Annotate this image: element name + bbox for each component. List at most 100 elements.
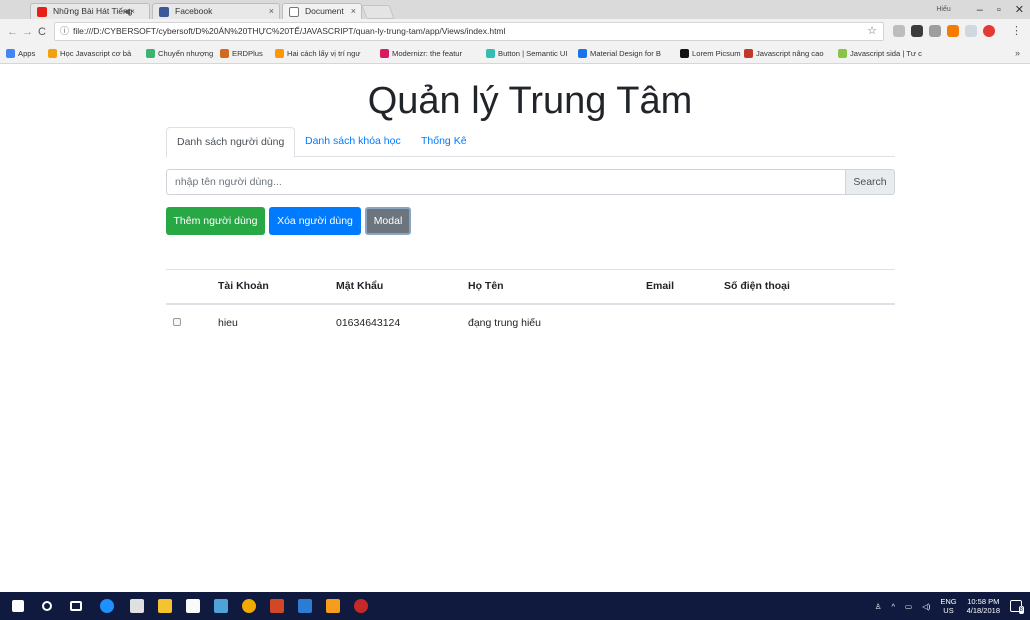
bookmark-item[interactable]: Material Design for B — [578, 49, 661, 58]
bookmark-item[interactable]: Javascript sida | Tư c — [838, 49, 922, 58]
extension-icon[interactable] — [893, 25, 905, 37]
notifications-icon[interactable]: 8 — [1010, 600, 1024, 614]
file-explorer-icon[interactable] — [158, 599, 172, 613]
chrome-icon[interactable] — [242, 599, 256, 613]
maximize-icon[interactable]: ▫ — [997, 4, 1001, 16]
store-icon[interactable] — [130, 599, 144, 613]
browser-tab-facebook[interactable]: Facebook × — [152, 3, 280, 19]
bookmark-star-icon[interactable]: ☆ — [867, 23, 877, 40]
tab-label: Document — [305, 6, 344, 16]
chevron-up-icon[interactable]: ^ — [891, 602, 895, 611]
bookmark-icon — [578, 49, 587, 58]
facebook-icon — [159, 7, 169, 17]
tab-statistics[interactable]: Thống Kê — [411, 127, 477, 157]
close-icon[interactable]: × — [269, 4, 274, 19]
table-header-row: Tài Khoản Mật Khẩu Họ Tên Email Số điện … — [166, 269, 895, 304]
clock-time: 10:58 PM — [967, 597, 1000, 606]
minimize-icon[interactable]: – — [977, 4, 983, 16]
store-bag-icon[interactable] — [186, 599, 200, 613]
bookmark-icon — [48, 49, 57, 58]
user-table: Tài Khoản Mật Khẩu Họ Tên Email Số điện … — [166, 269, 895, 342]
bookmark-label: Học Javascript cơ bả — [60, 49, 132, 58]
table-row: hieu 01634643124 đạng trung hiếu — [166, 304, 895, 342]
back-icon[interactable]: ← — [7, 26, 18, 38]
search-group: Search — [166, 169, 895, 195]
address-text: file:///D:/CYBERSOFT/cybersoft/D%20ÁN%20… — [73, 26, 506, 36]
bookmark-item[interactable]: Chuyển nhượng — [146, 49, 213, 58]
extension-icon[interactable] — [983, 25, 995, 37]
reload-icon[interactable]: C — [38, 26, 46, 38]
table-header-password: Mật Khẩu — [336, 280, 384, 293]
windows-taskbar: ♙ ^ ▭ ◁) ENG US 10:58 PM 4/18/2018 8 — [0, 592, 1030, 620]
bookmark-item[interactable]: Modernizr: the featur — [380, 49, 462, 58]
network-icon[interactable]: ▭ — [905, 602, 912, 611]
nav-tabs: Danh sách người dùng Danh sách khóa học … — [166, 127, 895, 158]
system-tray: ♙ ^ ▭ ◁) ENG US 10:58 PM 4/18/2018 8 — [875, 592, 1024, 620]
extension-icon[interactable] — [965, 25, 977, 37]
audio-icon[interactable]: ◀× — [123, 4, 135, 19]
language-indicator[interactable]: ENG US — [940, 597, 956, 615]
tab-course-list[interactable]: Danh sách khóa học — [295, 127, 411, 157]
browser-tab-strip: Những Bài Hát Tiếng ◀× Facebook × Docume… — [0, 0, 1030, 19]
language-bottom: US — [943, 606, 954, 615]
table-header-name: Họ Tên — [468, 280, 504, 293]
bookmark-label: Lorem Picsum — [692, 49, 741, 58]
bookmark-icon — [380, 49, 389, 58]
browser-tab-document[interactable]: Document × — [282, 3, 362, 19]
bookmark-item[interactable]: Button | Semantic UI — [486, 49, 568, 58]
bookmark-item[interactable]: Lorem Picsum — [680, 49, 741, 58]
bookmark-item[interactable]: Hai cách lấy vị trí ngư — [275, 49, 360, 58]
browser-tab-youtube[interactable]: Những Bài Hát Tiếng ◀× — [30, 3, 150, 19]
forward-icon[interactable]: → — [22, 26, 33, 38]
edge-icon[interactable] — [100, 599, 114, 613]
search-input[interactable] — [166, 169, 846, 195]
bookmark-label: ERDPlus — [232, 49, 263, 58]
bookmark-icon — [146, 49, 155, 58]
bookmark-item[interactable]: Apps — [6, 49, 35, 58]
extension-icon[interactable] — [911, 25, 923, 37]
modal-button[interactable]: Modal — [365, 207, 411, 235]
row-checkbox[interactable] — [173, 318, 181, 326]
app-icon[interactable] — [354, 599, 368, 613]
bookmark-item[interactable]: ERDPlus — [220, 49, 263, 58]
bookmarks-overflow-icon[interactable]: » — [1015, 48, 1020, 58]
tab-user-list[interactable]: Danh sách người dùng — [166, 127, 296, 158]
search-button[interactable]: Search — [846, 169, 895, 195]
address-bar[interactable]: ⓘ file:///D:/CYBERSOFT/cybersoft/D%20ÁN%… — [54, 22, 884, 41]
bookmark-label: Material Design for B — [590, 49, 661, 58]
tab-label: Facebook — [175, 6, 213, 16]
task-view-icon[interactable] — [70, 601, 82, 611]
extension-icon[interactable] — [929, 25, 941, 37]
profile-button[interactable]: Hiếu — [936, 6, 950, 13]
bookmark-icon — [680, 49, 689, 58]
menu-icon[interactable]: ⋮ — [1011, 24, 1022, 37]
bookmark-item[interactable]: Học Javascript cơ bả — [48, 49, 131, 58]
bookmark-label: Button | Semantic UI — [498, 49, 568, 58]
vscode-icon[interactable] — [298, 599, 312, 613]
people-icon[interactable]: ♙ — [875, 602, 882, 611]
bookmark-label: Hai cách lấy vị trí ngư — [287, 49, 361, 58]
youtube-icon — [37, 7, 47, 17]
windows-start-icon[interactable] — [12, 600, 24, 612]
new-tab-button[interactable] — [361, 5, 395, 19]
table-cell-name: đạng trung hiếu — [468, 317, 541, 329]
info-icon[interactable]: ⓘ — [60, 23, 69, 40]
app-icon[interactable] — [214, 599, 228, 613]
table-header-phone: Số điện thoại — [724, 280, 790, 293]
table-cell-account: hieu — [218, 317, 238, 329]
delete-user-button[interactable]: Xóa người dùng — [269, 207, 361, 235]
sublime-icon[interactable] — [326, 599, 340, 613]
bookmark-icon — [744, 49, 753, 58]
search-icon[interactable] — [42, 601, 52, 611]
clock[interactable]: 10:58 PM 4/18/2018 — [967, 597, 1000, 615]
table-cell-phone — [724, 304, 895, 342]
clock-date: 4/18/2018 — [966, 606, 1000, 615]
close-icon[interactable]: × — [351, 4, 356, 19]
close-window-icon[interactable]: ✕ — [1015, 3, 1024, 16]
volume-icon[interactable]: ◁) — [922, 602, 930, 611]
powerpoint-icon[interactable] — [270, 599, 284, 613]
extension-icon[interactable] — [947, 25, 959, 37]
bookmark-item[interactable]: Javascript nâng cao — [744, 49, 824, 58]
table-cell-email — [646, 304, 724, 342]
add-user-button[interactable]: Thêm người dùng — [166, 207, 265, 235]
